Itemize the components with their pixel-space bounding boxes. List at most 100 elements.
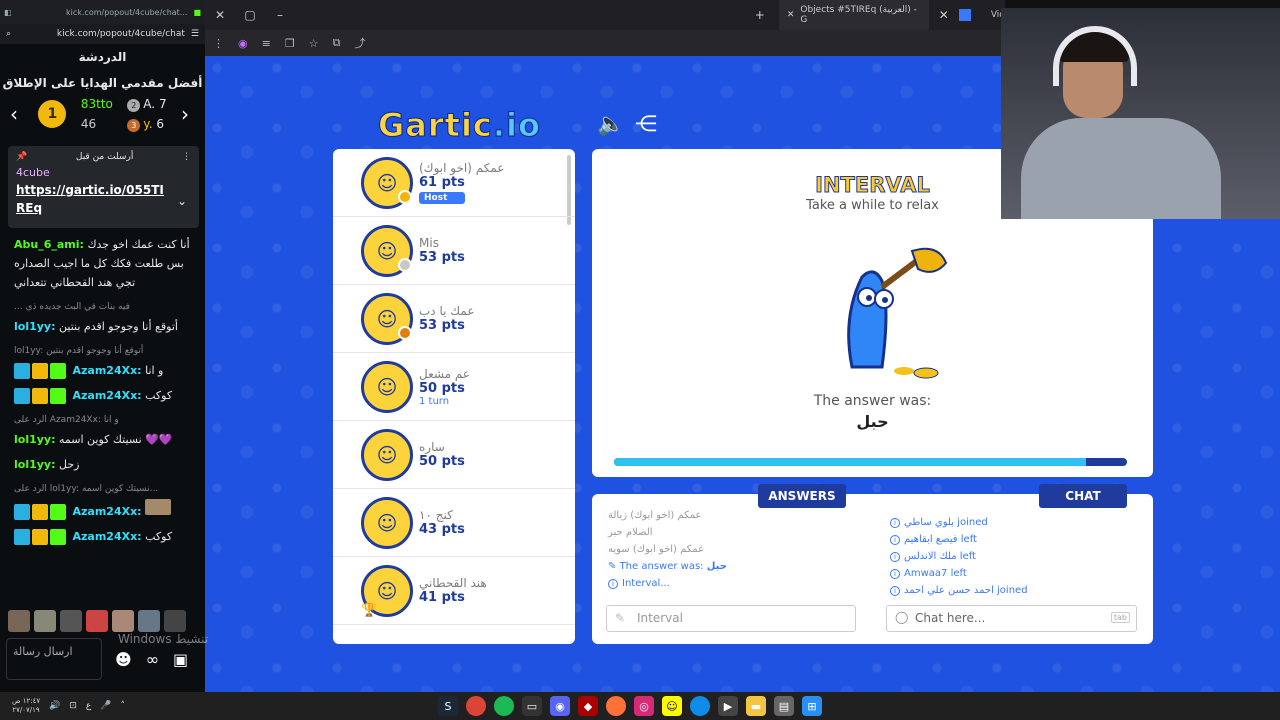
system-tray: ١٢:٤٧ ص ٢٧/٠٧/١٩ 🔊 ⊡ ع 🎤 ˄ — [0, 697, 125, 715]
emote[interactable] — [86, 610, 108, 632]
pinned-link[interactable]: https://gartic.io/055TIREq — [16, 181, 166, 217]
instagram-icon[interactable]: ◎ — [634, 696, 654, 716]
pin-icon[interactable]: 📌 — [16, 152, 27, 162]
emote[interactable] — [112, 610, 134, 632]
reading-list-icon[interactable]: ≡ — [262, 37, 271, 50]
screen: ◧ kick.com/popout/4cube/chat... ■ ⌕ kick… — [0, 0, 1280, 720]
chat-url-bar[interactable]: ⌕ kick.com/popout/4cube/chat ☰ — [0, 24, 205, 44]
star-icon[interactable]: ☆ — [309, 37, 319, 50]
pinned-user: 4cube — [16, 166, 50, 179]
more-icon[interactable]: ⋮ — [182, 152, 191, 162]
emote[interactable] — [138, 610, 160, 632]
tab-chat[interactable]: CHAT — [1039, 484, 1127, 508]
edge-icon[interactable] — [690, 696, 710, 716]
close-tab-icon[interactable]: ✕ — [929, 8, 959, 22]
collections-icon[interactable]: ⧉ — [333, 36, 341, 50]
chevron-right-icon[interactable]: › — [181, 102, 195, 126]
message-user[interactable]: Azam24Xx: — [73, 389, 142, 402]
share-page-icon[interactable]: ⤴ — [354, 35, 365, 51]
maximize-icon[interactable]: ▢ — [235, 8, 265, 22]
folder-icon[interactable]: ▬ — [746, 696, 766, 716]
player-name: هند القحطاني — [419, 576, 487, 590]
gifter-1-count: 46 — [80, 117, 97, 131]
answer-entry: عمكم (اخو ابوك) زبالة — [608, 510, 702, 521]
chat-message-input[interactable]: ارسال رسالة — [6, 638, 102, 680]
speaker-icon[interactable]: 🔊 — [49, 701, 60, 711]
chat-entry: i Amwaa7 left — [890, 565, 1140, 582]
message-user[interactable]: lol1yy: — [14, 458, 56, 471]
answer-label: The answer was: — [813, 393, 932, 409]
chevron-up-icon[interactable]: ˄ — [120, 701, 125, 711]
player-row[interactable]: ☺ كنج ١٠ 43 pts — [333, 489, 575, 557]
chevron-left-icon[interactable]: ‹ — [10, 102, 24, 126]
message-text: أتوقع أنا وجوجو اقدم بنتين — [59, 320, 178, 333]
answer-value: حبل — [856, 412, 889, 431]
message-user[interactable]: lol1yy: — [14, 320, 56, 333]
new-tab-icon[interactable]: + — [745, 8, 775, 22]
profile-icon[interactable]: ◉ — [238, 37, 248, 50]
answer-input[interactable]: ✎ Interval — [606, 605, 856, 632]
infinity-icon[interactable]: ∞ — [146, 650, 159, 669]
player-row[interactable]: ☺ ساره 50 pts — [333, 421, 575, 489]
player-row[interactable]: ☺ عمك يا دب 53 pts — [333, 285, 575, 353]
pinned-header: أرسلت من قبل — [75, 152, 134, 162]
spotify-icon[interactable] — [494, 696, 514, 716]
gift-icon[interactable]: ▣ — [173, 650, 188, 669]
turn-label: 1 turn — [419, 395, 450, 407]
emoji-icon[interactable]: ☻ — [115, 650, 132, 669]
emote[interactable] — [34, 610, 56, 632]
browser-toolbar: ⋮ ◉ ≡ ❒ ☆ ⧉ ⤴ — [205, 30, 1005, 56]
sound-icon[interactable]: 🔈 — [597, 112, 624, 137]
extensions-icon[interactable]: ❒ — [285, 37, 295, 50]
network-icon[interactable]: ⊡ — [69, 701, 77, 711]
snapchat-icon[interactable]: ☺ — [662, 696, 682, 716]
close-icon[interactable]: ✕ — [205, 8, 235, 22]
player-row[interactable]: ☺ عمكم (اخو ابوك) 61 pts Host — [333, 149, 575, 217]
chat-input[interactable]: ◯ Chat here... tab — [886, 605, 1137, 632]
player-row[interactable]: ☺ عم مشعل 50 pts 1 turn — [333, 353, 575, 421]
top-gifters: ‹ 1 83tto 46 2 A. 7 3 y. 6 › — [0, 90, 205, 138]
player-row[interactable]: ☺ 🏆 هند القحطاني 41 pts — [333, 557, 575, 625]
message-reply: lol1yy: أتوقع أنا وجوجو اقدم بنتين — [14, 346, 144, 356]
extension-icon[interactable]: ■ — [193, 8, 201, 17]
window-menu-icon[interactable]: ◧ — [4, 8, 12, 17]
player-points: 61 pts — [419, 175, 465, 190]
terminal-icon[interactable]: ▭ — [522, 696, 542, 716]
message-user[interactable]: Azam24Xx: — [73, 364, 142, 377]
tab-answers[interactable]: ANSWERS — [758, 484, 846, 508]
minimize-icon[interactable]: – — [265, 8, 295, 22]
clock[interactable]: ١٢:٤٧ ص ٢٧/٠٧/١٩ — [12, 697, 40, 715]
message-user[interactable]: lol1yy: — [14, 433, 56, 446]
windows-start-icon[interactable]: ⊞ — [802, 696, 822, 716]
player-row[interactable]: ☺ Mis 53 pts — [333, 217, 575, 285]
share-icon[interactable]: ⋲ — [635, 112, 657, 137]
tune-icon[interactable]: ☰ — [191, 29, 199, 39]
steam-icon[interactable]: S — [438, 696, 458, 716]
media-icon[interactable]: ▶ — [718, 696, 738, 716]
language-icon[interactable]: ع — [86, 701, 91, 711]
emote[interactable] — [60, 610, 82, 632]
browser-tab[interactable]: ✕ Objects #5TIREq (العربية) - G — [778, 0, 929, 30]
gartic-favicon-icon — [958, 9, 971, 21]
message-user[interactable]: Azam24Xx: — [73, 505, 142, 518]
app-icon[interactable]: ◆ — [578, 696, 598, 716]
chat-feed: i بلوي ساطي joined i فيصع ابقاهيم left i مل… — [890, 514, 1140, 599]
app-icon[interactable]: ▤ — [774, 696, 794, 716]
menu-dots-icon[interactable]: ⋮ — [213, 37, 224, 50]
discord-icon[interactable]: ◉ — [550, 696, 570, 716]
avatar: ☺ — [361, 360, 413, 413]
close-tab-icon[interactable]: ✕ — [787, 10, 795, 20]
info-icon: i — [890, 518, 900, 528]
message-user[interactable]: Azam24Xx: — [73, 530, 142, 543]
emote[interactable] — [164, 610, 186, 632]
gifter-2-name: A. — [143, 97, 156, 111]
chrome-icon[interactable] — [466, 696, 486, 716]
message-user[interactable]: Abu_6_ami: — [14, 238, 84, 251]
mic-icon[interactable]: 🎤 — [100, 701, 111, 711]
info-icon: i — [608, 579, 618, 589]
gifter-2-count: 7 — [158, 97, 167, 111]
chevron-down-icon[interactable]: ⌄ — [177, 194, 187, 208]
emote[interactable] — [8, 610, 30, 632]
chat-message: lol1yy: أتوقع أنا وجوجو اقدم بنتين Azam2… — [0, 339, 205, 383]
firefox-icon[interactable] — [606, 696, 626, 716]
